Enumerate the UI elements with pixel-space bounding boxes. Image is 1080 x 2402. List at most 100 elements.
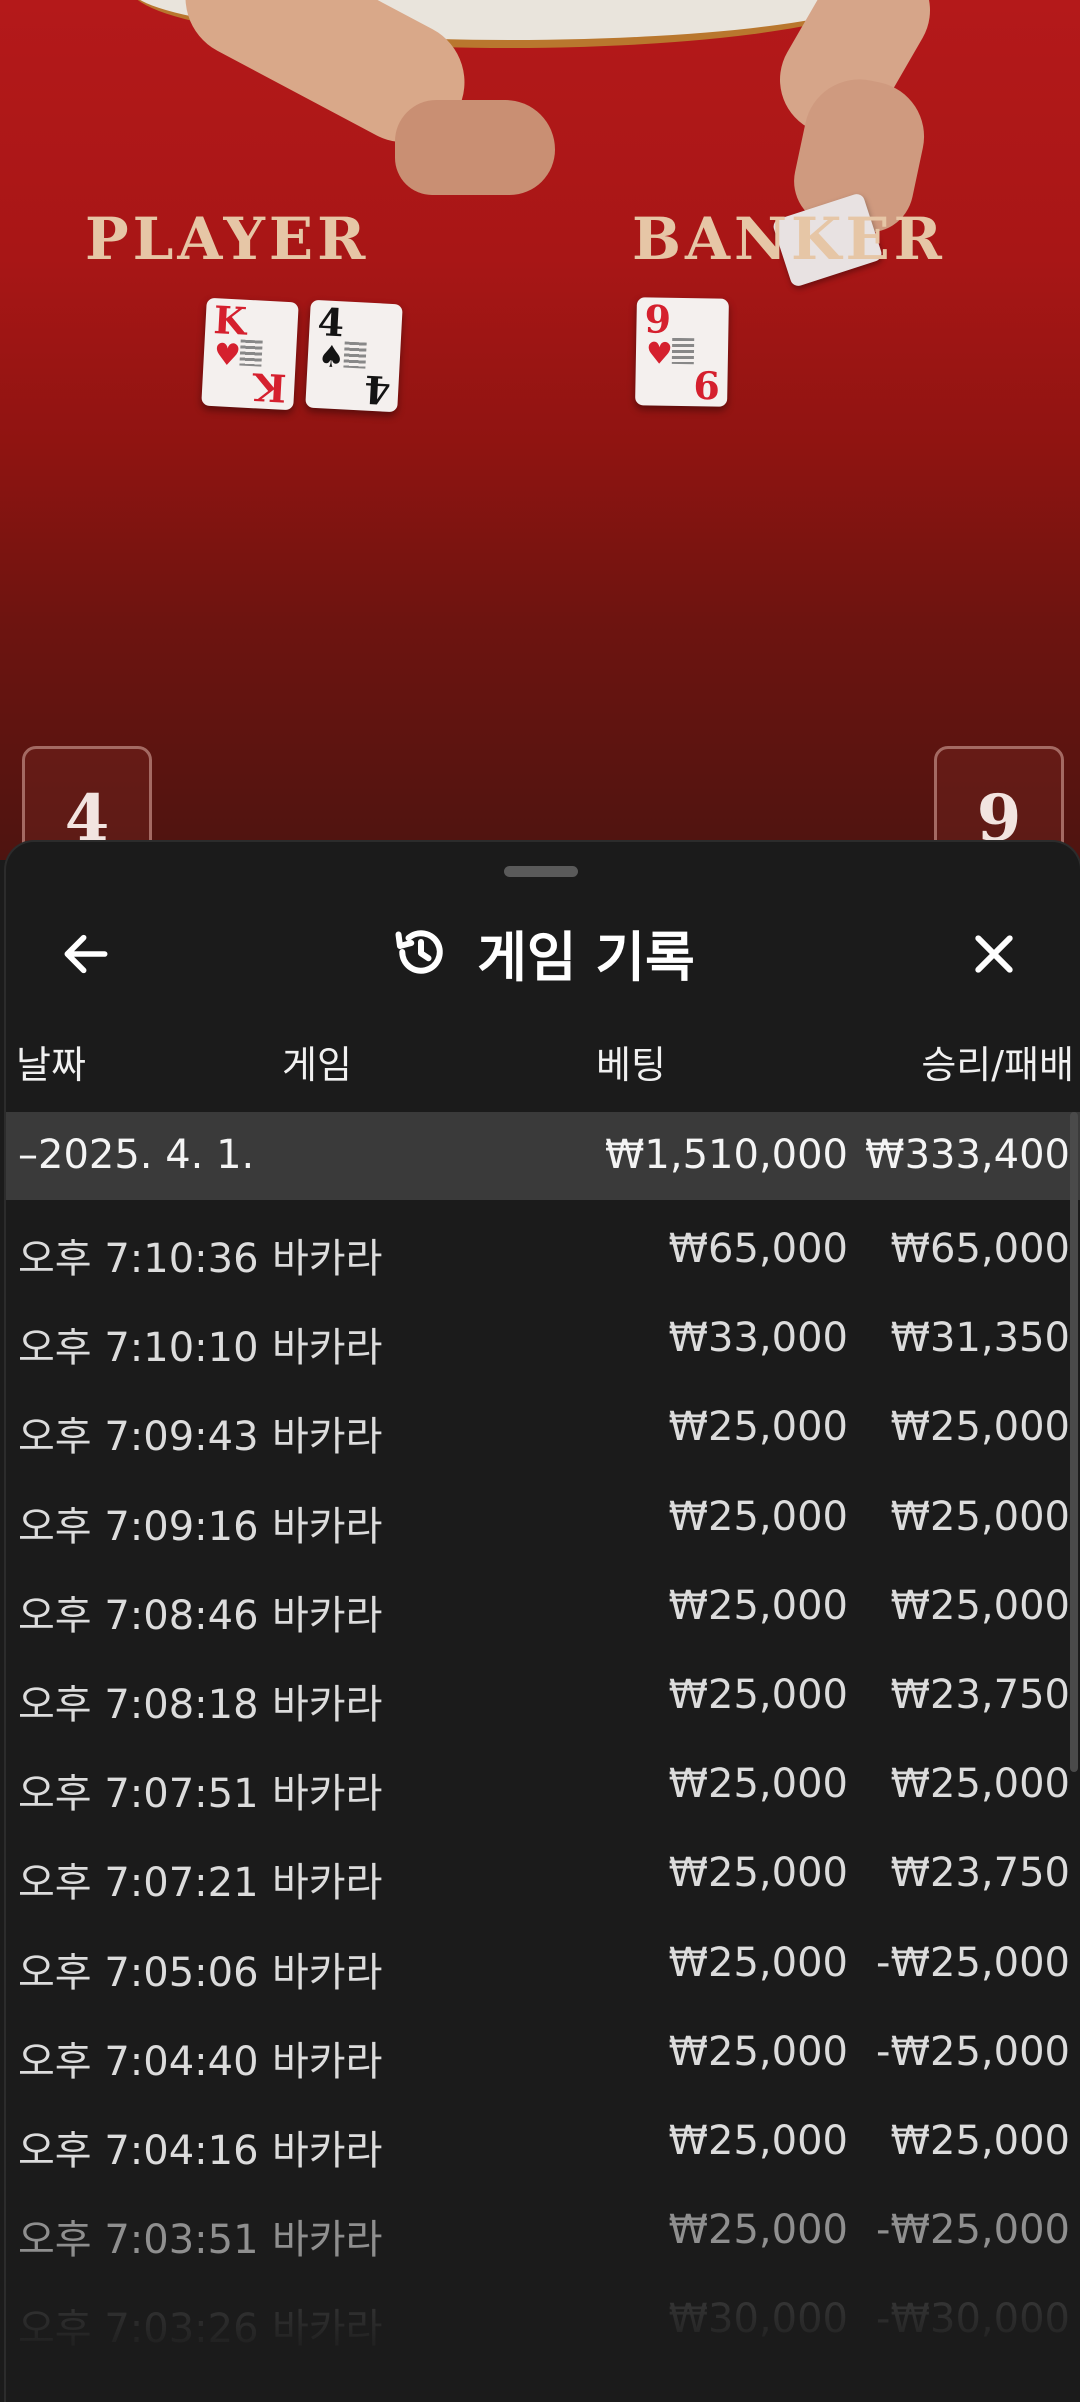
row-game: 바카라	[272, 1949, 383, 1996]
table-row[interactable]: 오후 7:09:16 바카라 ₩25,000 ₩25,000	[6, 1476, 1080, 1565]
row-time: 오후 7:08:18	[18, 1681, 259, 1728]
row-game: 바카라	[272, 1771, 383, 1818]
spade-suit-icon: ♠	[317, 339, 346, 376]
close-icon	[975, 935, 1013, 973]
row-game: 바카라	[272, 1236, 383, 1282]
table-row[interactable]: 오후 7:05:06 바카라 ₩25,000 -₩25,000	[6, 1922, 1080, 2011]
history-icon	[395, 930, 443, 974]
sheet-header: 게임 기록	[6, 898, 1080, 1008]
row-bet: ₩25,000	[668, 1493, 848, 1540]
row-bet: ₩25,000	[668, 1850, 848, 1897]
row-game: 바카라	[272, 2127, 383, 2174]
card-rank-inverted: K	[252, 364, 288, 411]
date-group-row[interactable]: –2025. 4. 1. ₩1,510,000 ₩333,400	[6, 1112, 1080, 1200]
sheet-title-group: 게임 기록	[6, 912, 1080, 992]
row-win: ₩25,000	[890, 1761, 1070, 1808]
group-date: –2025. 4. 1.	[18, 1132, 255, 1178]
row-bet: ₩33,000	[668, 1315, 848, 1362]
table-row[interactable]: 오후 7:03:26 바카라 ₩30,000 -₩30,000	[6, 2278, 1080, 2367]
player-label: PLAYER	[85, 205, 370, 273]
row-win: -₩25,000	[876, 2028, 1070, 2075]
row-bet: ₩25,000	[668, 2028, 848, 2075]
row-game: 바카라	[272, 1503, 383, 1550]
heart-suit-icon: ♥	[645, 336, 674, 372]
table-row[interactable]: 오후 7:04:16 바카라 ₩25,000 ₩25,000	[6, 2100, 1080, 2189]
row-time: 오후 7:08:46	[18, 1592, 259, 1639]
table-row[interactable]: 오후 7:08:18 바카라 ₩25,000 ₩23,750	[6, 1654, 1080, 1743]
row-game: 바카라	[272, 1325, 383, 1372]
row-win: ₩23,750	[890, 1850, 1070, 1897]
game-history-sheet: 게임 기록 날짜 게임 베팅 승리/패배 –2025. 4. 1. ₩1,510…	[4, 840, 1080, 2402]
table-header: 날짜 게임 베팅 승리/패배	[6, 1028, 1080, 1088]
card-rank: 4	[316, 299, 346, 346]
column-win-loss: 승리/패배	[921, 1043, 1074, 1087]
row-win: ₩25,000	[890, 2117, 1070, 2164]
banker-label: BANKER	[632, 205, 946, 273]
row-win: ₩25,000	[890, 1404, 1070, 1451]
row-win: -₩25,000	[876, 2207, 1070, 2254]
player-card-1: K ♥ K	[201, 297, 299, 411]
row-time: 오후 7:10:36	[18, 1236, 259, 1282]
row-bet: ₩25,000	[668, 1404, 848, 1451]
card-face-art	[671, 337, 695, 365]
row-win: ₩25,000	[890, 1493, 1070, 1540]
group-total-win: ₩333,400	[865, 1132, 1070, 1178]
sheet-drag-handle[interactable]	[504, 866, 578, 877]
row-time: 오후 7:09:43	[18, 1414, 259, 1461]
dealer-left-hand	[395, 100, 555, 195]
row-time: 오후 7:10:10	[18, 1325, 259, 1372]
table-row[interactable]: 오후 7:09:43 바카라 ₩25,000 ₩25,000	[6, 1386, 1080, 1475]
list-scrollbar[interactable]	[1070, 1112, 1078, 1772]
row-game: 바카라	[272, 2217, 383, 2264]
row-game: 바카라	[272, 1592, 383, 1639]
row-bet: ₩25,000	[668, 1939, 848, 1986]
row-game: 바카라	[272, 2038, 383, 2085]
sheet-title: 게임 기록	[477, 925, 695, 989]
card-rank: 9	[644, 296, 672, 342]
history-rows: 오후 7:10:36 바카라 ₩65,000 ₩65,000 오후 7:10:1…	[6, 1208, 1080, 2367]
row-bet: ₩25,000	[668, 2207, 848, 2254]
row-bet: ₩30,000	[668, 2296, 848, 2343]
row-time: 오후 7:04:40	[18, 2038, 259, 2085]
row-game: 바카라	[272, 1681, 383, 1728]
row-bet: ₩25,000	[668, 1671, 848, 1718]
column-date: 날짜	[16, 1043, 86, 1087]
table-row[interactable]: 오후 7:04:40 바카라 ₩25,000 -₩25,000	[6, 2011, 1080, 2100]
card-rank-inverted: 4	[362, 366, 392, 413]
row-game: 바카라	[272, 1860, 383, 1907]
card-face-art	[343, 341, 367, 369]
row-game: 바카라	[272, 1414, 383, 1461]
table-row[interactable]: 오후 7:07:51 바카라 ₩25,000 ₩25,000	[6, 1743, 1080, 1832]
row-bet: ₩25,000	[668, 1761, 848, 1808]
heart-suit-icon: ♥	[213, 337, 242, 374]
row-time: 오후 7:07:21	[18, 1860, 259, 1907]
row-win: ₩65,000	[890, 1226, 1070, 1272]
row-win: ₩23,750	[890, 1671, 1070, 1718]
player-card-2: 4 ♠ 4	[305, 299, 403, 413]
row-time: 오후 7:03:26	[18, 2306, 259, 2353]
table-row[interactable]: 오후 7:10:36 바카라 ₩65,000 ₩65,000	[6, 1208, 1080, 1297]
row-time: 오후 7:05:06	[18, 1949, 259, 1996]
row-bet: ₩25,000	[668, 2117, 848, 2164]
row-time: 오후 7:03:51	[18, 2217, 259, 2264]
live-video-feed: PLAYER BANKER K ♥ K 4 ♠ 4 9 ♥ 9 4 9	[0, 0, 1080, 860]
row-game: 바카라	[272, 2306, 383, 2353]
banker-card-1: 9 ♥ 9	[635, 296, 729, 408]
close-button[interactable]	[954, 914, 1034, 994]
column-game: 게임	[282, 1043, 352, 1087]
card-rank: K	[212, 297, 248, 344]
table-row[interactable]: 오후 7:10:10 바카라 ₩33,000 ₩31,350	[6, 1297, 1080, 1386]
table-row[interactable]: 오후 7:03:51 바카라 ₩25,000 -₩25,000	[6, 2189, 1080, 2278]
row-time: 오후 7:07:51	[18, 1771, 259, 1818]
row-time: 오후 7:09:16	[18, 1503, 259, 1550]
card-rank-inverted: 9	[692, 362, 720, 408]
row-time: 오후 7:04:16	[18, 2127, 259, 2174]
row-win: -₩25,000	[876, 1939, 1070, 1986]
table-row[interactable]: 오후 7:07:21 바카라 ₩25,000 ₩23,750	[6, 1832, 1080, 1921]
card-face-art	[239, 339, 263, 367]
row-win: ₩25,000	[890, 1582, 1070, 1629]
row-win: -₩30,000	[876, 2296, 1070, 2343]
history-list[interactable]: –2025. 4. 1. ₩1,510,000 ₩333,400 오후 7:10…	[6, 1112, 1080, 2367]
row-bet: ₩65,000	[668, 1226, 848, 1272]
table-row[interactable]: 오후 7:08:46 바카라 ₩25,000 ₩25,000	[6, 1565, 1080, 1654]
